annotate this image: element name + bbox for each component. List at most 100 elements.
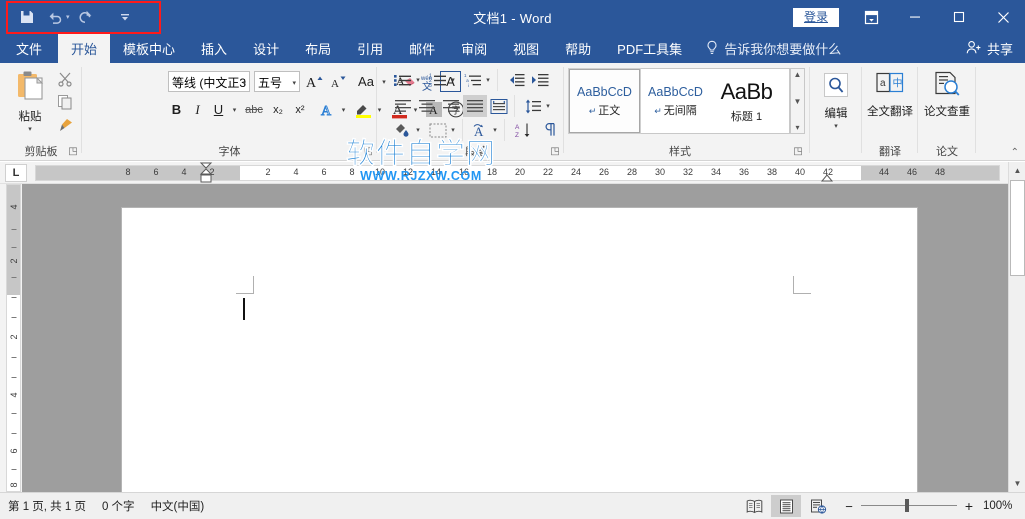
share-button[interactable]: 共享 (966, 34, 1013, 63)
scroll-down-arrow-icon[interactable]: ▼ (1009, 475, 1025, 492)
bullet-list-icon[interactable] (391, 69, 415, 91)
full-translate-button[interactable]: a 中 全文翻译 (865, 67, 915, 139)
font-name-combo[interactable]: 等线 (中文正3 ▾ (168, 71, 250, 92)
minimize-icon[interactable] (893, 0, 937, 34)
borders-caret-icon[interactable]: ▾ (448, 119, 458, 141)
page-info[interactable]: 第 1 页, 共 1 页 (8, 498, 86, 514)
clipboard-dialog-launcher[interactable]: ◳ (67, 146, 79, 158)
line-spacing-icon[interactable] (521, 95, 545, 117)
text-highlight-icon[interactable] (351, 99, 375, 120)
tab-mailings[interactable]: 邮件 (396, 34, 448, 63)
web-layout-icon[interactable] (803, 495, 833, 517)
tab-help[interactable]: 帮助 (552, 34, 604, 63)
format-painter-button[interactable] (52, 115, 78, 139)
style-normal[interactable]: AaBbCcD ↵ 正文 (568, 68, 641, 134)
tab-template-center[interactable]: 模板中心 (110, 34, 188, 63)
tab-pdf-tools[interactable]: PDF工具集 (604, 34, 695, 63)
language-indicator[interactable]: 中文(中国) (151, 498, 205, 514)
paragraph-dialog-launcher[interactable]: ◳ (549, 146, 561, 158)
close-icon[interactable] (981, 0, 1025, 34)
underline-button[interactable]: U (208, 99, 229, 120)
superscript-button[interactable]: x² (289, 99, 311, 120)
zoom-out-button[interactable]: − (845, 499, 853, 514)
editing-button[interactable]: 编辑 ▾ (811, 67, 861, 139)
increase-indent-icon[interactable] (528, 69, 552, 91)
decrease-indent-icon[interactable] (504, 69, 528, 91)
tab-insert[interactable]: 插入 (188, 34, 240, 63)
multilevel-list-icon[interactable]: 1ai (461, 69, 485, 91)
font-size-combo[interactable]: 五号 ▾ (254, 71, 300, 92)
paste-button[interactable]: 粘贴 ▾ (8, 67, 52, 139)
font-dialog-launcher[interactable]: ◳ (362, 146, 374, 158)
plagiarism-check-button[interactable]: 论文查重 (922, 67, 972, 139)
align-right-icon[interactable] (439, 95, 463, 117)
vertical-scrollbar[interactable]: ▲ ▼ (1008, 162, 1025, 492)
scrollbar-thumb[interactable] (1010, 180, 1025, 276)
maximize-icon[interactable] (937, 0, 981, 34)
tab-stop-selector[interactable]: L (5, 164, 27, 182)
horizontal-ruler[interactable]: L 8 6 4 2 2 4 6 8 10 12 14 16 18 20 22 2… (0, 162, 1008, 184)
zoom-level[interactable]: 100% (983, 500, 1017, 512)
bullets-caret-icon[interactable]: ▾ (413, 69, 423, 91)
scroll-up-icon[interactable]: ▲ (794, 70, 802, 79)
styles-scrollbar[interactable]: ▲ ▼ ▾ (790, 68, 805, 134)
text-effects-caret-icon[interactable]: ▾ (338, 99, 349, 120)
more-styles-icon[interactable]: ▾ (795, 123, 799, 132)
bold-button[interactable]: B (166, 99, 187, 120)
grow-font-icon[interactable]: A (304, 71, 326, 92)
login-button[interactable]: 登录 (792, 7, 839, 27)
borders-icon[interactable] (426, 119, 450, 141)
cut-button[interactable] (52, 69, 78, 93)
document-canvas[interactable] (22, 184, 1008, 519)
paste-dropdown-caret-icon[interactable]: ▾ (28, 125, 32, 133)
copy-button[interactable] (52, 92, 78, 116)
strikethrough-button[interactable]: abc (242, 99, 266, 120)
vertical-ruler[interactable]: 4 2 2 4 6 8 (0, 184, 22, 492)
shrink-font-icon[interactable]: A (327, 71, 349, 92)
collapse-ribbon-icon[interactable]: ⌃ (1011, 147, 1019, 158)
align-center-icon[interactable] (415, 95, 439, 117)
tab-view[interactable]: 视图 (500, 34, 552, 63)
style-heading-1[interactable]: AaBb 标题 1 (711, 69, 782, 133)
sort-icon[interactable]: AZ (511, 119, 535, 141)
subscript-button[interactable]: x₂ (267, 99, 289, 120)
tab-review[interactable]: 审阅 (448, 34, 500, 63)
asian-layout-icon[interactable]: A (468, 119, 492, 141)
distribute-text-icon[interactable] (487, 95, 511, 117)
tab-file[interactable]: 文件 (0, 34, 58, 63)
shading-caret-icon[interactable]: ▾ (413, 119, 423, 141)
asian-layout-caret-icon[interactable]: ▾ (490, 119, 500, 141)
underline-caret-icon[interactable]: ▾ (229, 99, 240, 120)
style-no-spacing[interactable]: AaBbCcD ↵ 无间隔 (640, 69, 711, 133)
editing-dropdown-caret-icon[interactable]: ▾ (834, 122, 838, 130)
numbered-list-icon[interactable]: 123 (426, 69, 450, 91)
tab-references[interactable]: 引用 (344, 34, 396, 63)
word-count[interactable]: 0 个字 (102, 498, 135, 514)
document-page[interactable] (122, 208, 917, 519)
show-formatting-marks-icon[interactable] (538, 119, 562, 141)
multilevel-caret-icon[interactable]: ▾ (483, 69, 493, 91)
tab-home[interactable]: 开始 (58, 34, 111, 63)
zoom-slider[interactable] (860, 499, 957, 513)
tell-me-box[interactable]: 告诉我你想要做什么 (695, 34, 851, 63)
italic-button[interactable]: I (187, 99, 208, 120)
tab-design[interactable]: 设计 (240, 34, 292, 63)
font-name-caret-icon[interactable]: ▾ (242, 79, 246, 87)
text-effects-icon[interactable]: A (317, 99, 339, 120)
numbering-caret-icon[interactable]: ▾ (448, 69, 458, 91)
font-size-caret-icon[interactable]: ▾ (292, 79, 296, 87)
first-line-indent-marker[interactable] (199, 162, 213, 184)
shading-icon[interactable] (391, 119, 415, 141)
print-layout-icon[interactable] (771, 495, 802, 517)
line-spacing-caret-icon[interactable]: ▾ (543, 95, 553, 117)
scroll-up-arrow-icon[interactable]: ▲ (1009, 162, 1025, 179)
ribbon-display-options-icon[interactable] (849, 0, 893, 34)
align-left-icon[interactable] (391, 95, 415, 117)
tab-layout[interactable]: 布局 (292, 34, 344, 63)
zoom-in-button[interactable]: + (965, 498, 973, 514)
zoom-slider-thumb[interactable] (904, 499, 909, 512)
justify-icon[interactable] (463, 95, 487, 117)
read-mode-icon[interactable] (739, 495, 769, 517)
scroll-down-icon[interactable]: ▼ (794, 97, 802, 106)
styles-dialog-launcher[interactable]: ◳ (792, 146, 804, 158)
